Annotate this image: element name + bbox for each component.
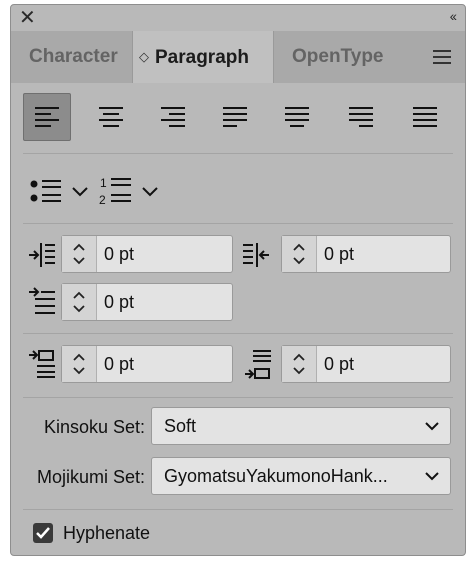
increment-chevron-icon xyxy=(293,243,305,251)
chevron-down-icon xyxy=(72,187,88,197)
mojikumi-set-label: Mojikumi Set: xyxy=(36,467,145,487)
collapse-icon[interactable]: ‹‹ xyxy=(450,8,457,24)
right-indent-value: 0 pt xyxy=(324,244,355,264)
first-line-indent-stepper[interactable] xyxy=(62,284,97,320)
divider xyxy=(23,397,453,398)
numbered-list-button[interactable]: 12 xyxy=(99,173,159,209)
left-indent-field[interactable]: 0 pt xyxy=(61,235,233,273)
justify-last-center-button[interactable] xyxy=(273,93,321,141)
right-indent-icon xyxy=(241,241,271,274)
space-after-stepper[interactable] xyxy=(282,346,317,382)
kinsoku-set-value: Soft xyxy=(164,416,197,436)
justify-last-left-button[interactable] xyxy=(211,93,259,141)
justify-last-center-icon xyxy=(285,107,309,127)
align-left-icon xyxy=(35,107,59,127)
hyphenate-checkbox[interactable] xyxy=(33,523,53,543)
increment-chevron-icon xyxy=(73,243,85,251)
tab-character-label: Character xyxy=(29,46,118,67)
right-indent-stepper[interactable] xyxy=(282,236,317,272)
justify-last-right-button[interactable] xyxy=(337,93,385,141)
divider xyxy=(23,223,453,224)
align-left-button[interactable] xyxy=(23,93,71,141)
space-after-value: 0 pt xyxy=(324,354,355,374)
justify-all-icon xyxy=(413,107,437,127)
paragraph-panel: ✕ ‹‹ Character ◇ Paragraph OpenType 1 2 … xyxy=(10,4,466,556)
right-indent-field[interactable]: 0 pt xyxy=(281,235,451,273)
tab-spacer xyxy=(389,31,465,83)
panel-menu-icon[interactable] xyxy=(433,50,451,68)
justify-last-left-icon xyxy=(223,107,247,127)
checkmark-icon xyxy=(36,527,50,539)
chevron-down-icon xyxy=(425,422,439,431)
mojikumi-set-value: GyomatsuYakumonoHank... xyxy=(164,466,388,486)
align-center-icon xyxy=(99,107,123,127)
alignment-row xyxy=(23,93,453,141)
updown-chevron-icon: ◇ xyxy=(139,49,149,64)
decrement-chevron-icon xyxy=(293,257,305,265)
first-line-indent-field[interactable]: 0 pt xyxy=(61,283,233,321)
increment-chevron-icon xyxy=(73,353,85,361)
bullet-list-button[interactable] xyxy=(29,173,89,209)
align-right-button[interactable] xyxy=(149,93,197,141)
first-line-indent-value: 0 pt xyxy=(104,292,135,312)
chevron-down-icon xyxy=(142,187,158,197)
tab-paragraph-label: Paragraph xyxy=(155,47,249,68)
svg-text:2: 2 xyxy=(99,193,106,207)
left-indent-stepper[interactable] xyxy=(62,236,97,272)
bullet-list-icon xyxy=(30,180,61,202)
divider xyxy=(23,509,453,510)
justify-all-button[interactable] xyxy=(401,93,449,141)
chevron-down-icon xyxy=(425,472,439,481)
increment-chevron-icon xyxy=(73,291,85,299)
tab-opentype-label: OpenType xyxy=(292,46,384,67)
align-right-icon xyxy=(161,107,185,127)
hyphenate-label: Hyphenate xyxy=(63,523,151,543)
space-before-field[interactable]: 0 pt xyxy=(61,345,233,383)
tab-opentype[interactable]: OpenType xyxy=(273,31,389,83)
space-before-value: 0 pt xyxy=(104,354,135,374)
kinsoku-set-dropdown[interactable]: Soft xyxy=(151,407,451,445)
first-line-indent-icon xyxy=(27,287,57,322)
decrement-chevron-icon xyxy=(293,367,305,375)
space-before-stepper[interactable] xyxy=(62,346,97,382)
tab-bar: Character ◇ Paragraph OpenType xyxy=(11,31,465,83)
panel-titlebar: ✕ ‹‹ xyxy=(11,5,465,31)
left-indent-icon xyxy=(27,241,57,274)
space-before-icon xyxy=(27,349,57,384)
decrement-chevron-icon xyxy=(73,257,85,265)
kinsoku-set-label: Kinsoku Set: xyxy=(43,417,145,437)
align-center-button[interactable] xyxy=(87,93,135,141)
divider xyxy=(23,333,453,334)
justify-last-right-icon xyxy=(349,107,373,127)
close-icon[interactable]: ✕ xyxy=(19,7,36,29)
tab-paragraph[interactable]: ◇ Paragraph xyxy=(133,31,273,83)
decrement-chevron-icon xyxy=(73,367,85,375)
mojikumi-set-dropdown[interactable]: GyomatsuYakumonoHank... xyxy=(151,457,451,495)
tab-character[interactable]: Character xyxy=(11,31,133,83)
svg-text:1: 1 xyxy=(100,176,107,190)
decrement-chevron-icon xyxy=(73,305,85,313)
space-after-field[interactable]: 0 pt xyxy=(281,345,451,383)
increment-chevron-icon xyxy=(293,353,305,361)
numbered-list-icon: 12 xyxy=(99,176,131,207)
divider xyxy=(23,153,453,154)
left-indent-value: 0 pt xyxy=(104,244,135,264)
space-after-icon xyxy=(243,349,273,386)
